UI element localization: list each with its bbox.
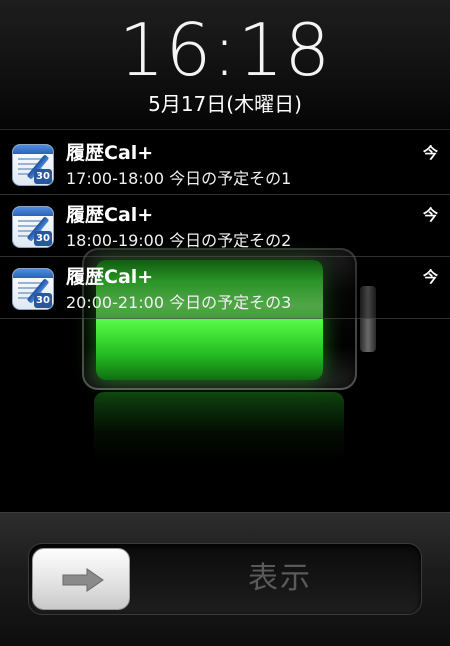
slider-label: 表示 bbox=[248, 561, 312, 596]
notification-time: 今 bbox=[422, 206, 438, 224]
icon-badge: 30 bbox=[34, 293, 52, 308]
slide-to-view-bar: 表示 bbox=[0, 512, 450, 646]
arrow-right-icon bbox=[62, 568, 104, 592]
battery-reflection bbox=[94, 392, 344, 462]
notification-app-name: 履歴Cal+ bbox=[66, 142, 154, 164]
notification-time: 今 bbox=[422, 144, 438, 162]
notification-time: 今 bbox=[422, 268, 438, 286]
notification-item[interactable]: 30 履歴Cal+ 18:00-19:00 今日の予定その2 今 bbox=[0, 195, 450, 257]
slider-knob[interactable] bbox=[32, 548, 130, 610]
notification-item[interactable]: 30 履歴Cal+ 17:00-18:00 今日の予定その1 今 bbox=[0, 133, 450, 195]
notification-message: 17:00-18:00 今日の予定その1 bbox=[66, 169, 292, 188]
notification-message: 18:00-19:00 今日の予定その2 bbox=[66, 231, 292, 250]
notification-list: 30 履歴Cal+ 17:00-18:00 今日の予定その1 今 30 履歴Ca… bbox=[0, 133, 450, 319]
calendar-app-icon: 30 bbox=[12, 268, 54, 310]
calendar-app-icon: 30 bbox=[12, 206, 54, 248]
calendar-app-icon: 30 bbox=[12, 144, 54, 186]
clock-date: 5月17日(木曜日) bbox=[148, 92, 302, 116]
notification-app-name: 履歴Cal+ bbox=[66, 266, 154, 288]
notification-app-name: 履歴Cal+ bbox=[66, 204, 154, 226]
icon-badge: 30 bbox=[34, 231, 52, 246]
icon-badge: 30 bbox=[34, 169, 52, 184]
notification-message: 20:00-21:00 今日の予定その3 bbox=[66, 293, 292, 312]
clock-time: 16:18 bbox=[118, 8, 332, 92]
clock-bar: 16:18 5月17日(木曜日) bbox=[0, 0, 450, 130]
notification-item[interactable]: 30 履歴Cal+ 20:00-21:00 今日の予定その3 今 bbox=[0, 257, 450, 319]
